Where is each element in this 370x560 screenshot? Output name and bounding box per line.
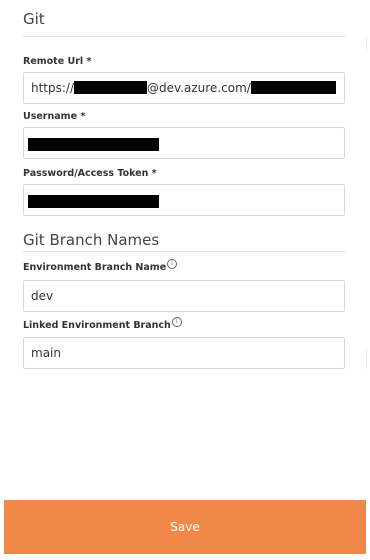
remote-url-input[interactable]: https:// @dev.azure.com/	[23, 72, 345, 104]
edge-mark-bottom	[366, 349, 367, 369]
save-button[interactable]: Save	[4, 500, 366, 554]
info-icon[interactable]: i	[167, 259, 178, 269]
remote-url-value: https:// @dev.azure.com/	[31, 81, 336, 95]
environment-branch-value: dev	[31, 289, 54, 303]
environment-branch-label: Environment Branch Name i	[23, 259, 178, 273]
linked-branch-input[interactable]: main	[23, 337, 345, 369]
environment-branch-input[interactable]: dev	[23, 280, 345, 312]
environment-branch-label-text: Environment Branch Name	[23, 262, 167, 273]
password-label: Password/Access Token *	[23, 168, 157, 179]
redacted-password	[28, 195, 159, 208]
git-settings-panel: Git Remote Url * https:// @dev.azure.com/…	[0, 0, 362, 560]
redacted-repository-path	[250, 81, 336, 94]
redacted-organization	[74, 81, 148, 94]
linked-branch-label: Linked Environment Branch i	[23, 317, 182, 331]
branch-names-divider	[23, 251, 346, 252]
edge-mark-top	[366, 38, 367, 52]
branch-names-section-title: Git Branch Names	[23, 231, 160, 249]
remote-url-label: Remote Url *	[23, 56, 92, 67]
username-label: Username *	[23, 111, 86, 122]
panel-edge	[362, 0, 370, 560]
linked-branch-value: main	[31, 346, 61, 360]
remote-url-host: @dev.azure.com/	[147, 81, 251, 95]
password-input[interactable]	[23, 184, 345, 216]
redacted-username	[28, 138, 159, 151]
info-icon[interactable]: i	[171, 317, 182, 327]
git-section-title: Git	[23, 10, 45, 28]
linked-branch-label-text: Linked Environment Branch	[23, 320, 171, 331]
remote-url-prefix: https://	[31, 81, 75, 95]
git-section-divider	[23, 36, 346, 37]
username-input[interactable]	[23, 127, 345, 159]
